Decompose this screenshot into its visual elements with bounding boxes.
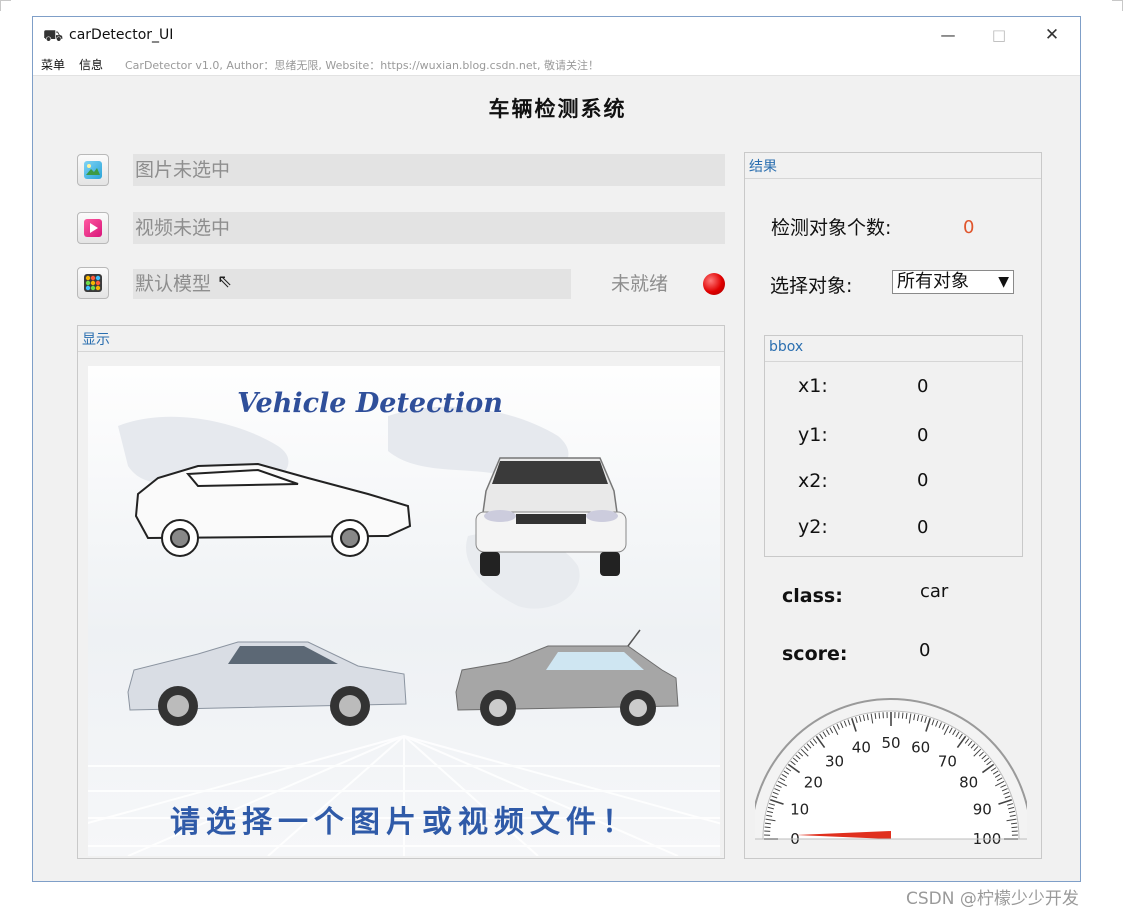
divider — [78, 351, 724, 352]
results-group-title: 结果 — [749, 159, 777, 175]
image-display-canvas: Vehicle Detection 请选择一个图片或视频文件！ — [88, 366, 720, 856]
status-indicator-icon — [703, 273, 725, 295]
banner-title: Vehicle Detection — [237, 388, 503, 419]
bbox-y1-value: 0 — [917, 425, 929, 446]
info-text: CarDetector v1.0, Author：思绪无限, Website：h… — [125, 59, 599, 72]
object-select-value: 所有对象 — [897, 271, 969, 292]
display-art: Vehicle Detection 请选择一个图片或视频文件！ — [88, 388, 720, 856]
score-label: score: — [782, 643, 848, 665]
window-title: carDetector_UI — [69, 27, 174, 43]
page-title: 车辆检测系统 — [488, 96, 627, 121]
gauge-tick-label: 30 — [825, 752, 844, 770]
display-group-title: 显示 — [82, 332, 110, 348]
model-grid-icon — [84, 274, 102, 292]
object-select-dropdown[interactable]: 所有对象 ▼ — [892, 270, 1014, 294]
video-icon — [84, 219, 102, 237]
gauge-tick — [764, 826, 771, 829]
car-illustration-4 — [455, 629, 679, 726]
divider — [745, 178, 1041, 179]
load-model-button[interactable] — [77, 267, 109, 299]
car-illustration-1 — [134, 462, 412, 557]
bbox-x1-value: 0 — [917, 376, 929, 397]
object-count-value: 0 — [963, 217, 975, 238]
bbox-y2-value: 0 — [917, 517, 929, 538]
select-object-label: 选择对象: — [770, 275, 853, 297]
menu-item-menu[interactable]: 菜单 — [41, 56, 65, 73]
image-path-field[interactable]: 图片未选中 — [133, 154, 725, 186]
car-illustration-3 — [127, 641, 407, 726]
close-button[interactable]: ✕ — [1032, 23, 1072, 47]
image-icon — [84, 161, 102, 179]
bbox-x2-value: 0 — [917, 470, 929, 491]
object-count-label: 检测对象个数: — [771, 217, 892, 239]
divider — [765, 361, 1022, 362]
title-bar[interactable]: ⛟ carDetector_UI — □ ✕ — [33, 17, 1080, 53]
gauge-tick — [1011, 826, 1018, 829]
bbox-x2-label: x2: — [798, 470, 828, 492]
class-value: car — [920, 581, 949, 602]
mouse-cursor-icon: ⇖ — [217, 271, 233, 292]
open-image-button[interactable] — [77, 154, 109, 186]
score-value: 0 — [919, 640, 931, 661]
bbox-group-title: bbox — [769, 339, 804, 355]
select-file-prompt: 请选择一个图片或视频文件！ — [170, 805, 638, 840]
gauge-tick-label: 20 — [804, 774, 823, 792]
open-video-button[interactable] — [77, 212, 109, 244]
model-status-text: 未就绪 — [611, 273, 669, 295]
gauge-tick — [901, 712, 904, 719]
menu-item-info[interactable]: 信息 — [79, 56, 103, 73]
model-path-field[interactable]: 默认模型 — [133, 269, 571, 299]
app-icon: ⛟ — [43, 26, 64, 45]
bbox-y1-label: y1: — [798, 424, 828, 446]
minimize-button[interactable]: — — [928, 23, 968, 47]
gauge-tick-label: 80 — [959, 774, 978, 792]
menu-bar: 菜单 信息 CarDetector v1.0, Author：思绪无限, Web… — [33, 53, 1080, 76]
bbox-y2-label: y2: — [798, 516, 828, 538]
video-path-field[interactable]: 视频未选中 — [133, 212, 725, 244]
gauge-tick-label: 50 — [881, 734, 900, 752]
maximize-button[interactable]: □ — [979, 23, 1019, 47]
gauge-tick-label: 70 — [938, 752, 957, 770]
bbox-x1-label: x1: — [798, 375, 828, 397]
gauge-tick-label: 90 — [973, 800, 992, 818]
score-gauge: 010203040 50 60708090100 — [755, 698, 1027, 848]
gauge-tick-label: 40 — [852, 739, 871, 757]
class-label: class: — [782, 585, 843, 607]
gauge-tick-label: 10 — [790, 800, 809, 818]
gauge-tick-label: 60 — [911, 739, 930, 757]
app-window: ⛟ carDetector_UI — □ ✕ 菜单 信息 CarDetector… — [32, 16, 1081, 882]
gauge-tick — [878, 712, 881, 719]
corner-mark-right — [1112, 0, 1123, 11]
dropdown-arrow-icon: ▼ — [998, 274, 1009, 290]
corner-mark-left — [0, 0, 11, 11]
display-group: 显示 Vehicle Detection 请选择一个图片或视频文件！ — [77, 325, 725, 859]
watermark-text: CSDN @柠檬少少开发 — [906, 889, 1079, 909]
